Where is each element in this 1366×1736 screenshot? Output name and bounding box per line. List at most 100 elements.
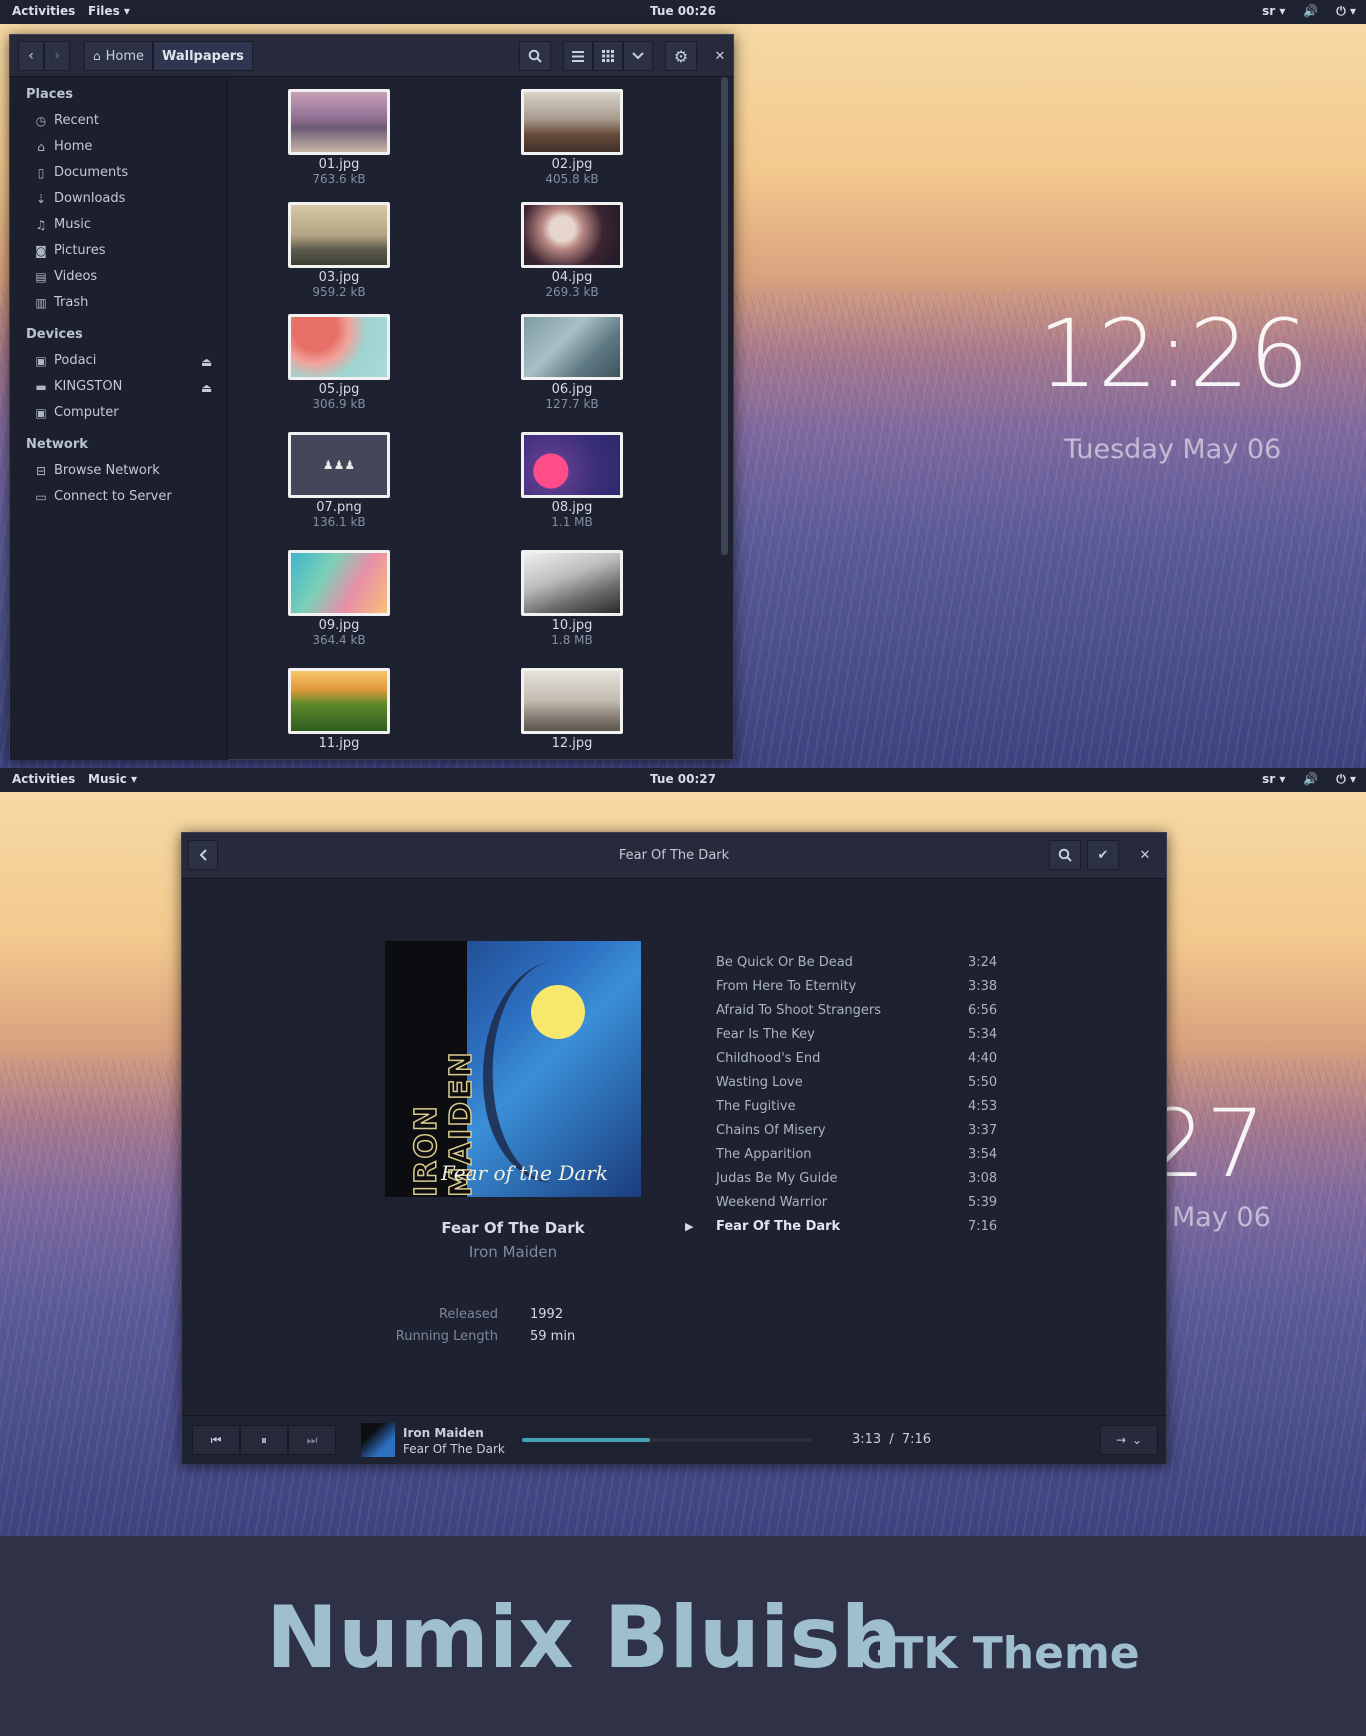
sidebar-item-label: Pictures (54, 243, 106, 258)
track-row[interactable]: Weekend Warrior 5:39 (716, 1195, 1116, 1217)
sidebar-item-podaci[interactable]: ▣ Podaci (34, 353, 96, 368)
breadcrumb-wallpapers-label: Wallpapers (162, 48, 244, 64)
sidebar-item-computer[interactable]: ▣ Computer (34, 405, 119, 420)
track-name: Chains Of Misery (716, 1123, 826, 1138)
select-button[interactable]: ✔ (1087, 840, 1119, 870)
breadcrumb-home[interactable]: ⌂ Home (84, 41, 154, 71)
sidebar-item-label: Computer (54, 405, 119, 420)
track-duration: 5:39 (968, 1195, 998, 1210)
sidebar-item-recent[interactable]: ◷ Recent (34, 113, 99, 128)
home-icon: ⌂ (93, 49, 101, 63)
forward-button[interactable]: › (44, 41, 70, 71)
file-item[interactable]: 06.jpg 127.7 kB (492, 314, 652, 411)
sidebar-item-label: Recent (54, 113, 99, 128)
settings-button[interactable]: ⚙ (665, 41, 697, 71)
file-item[interactable]: 05.jpg 306.9 kB (259, 314, 419, 411)
file-size: 306.9 kB (312, 397, 366, 411)
keyboard-layout[interactable]: sr ▾ (1262, 4, 1285, 19)
status-menu[interactable]: sr ▾ 🔊 ⏻ ▾ (1262, 4, 1356, 19)
file-size: 364.4 kB (312, 633, 366, 647)
file-size: 405.8 kB (545, 172, 599, 186)
track-row[interactable]: Wasting Love 5:50 (716, 1075, 1116, 1097)
track-row[interactable]: Be Quick Or Be Dead 3:24 (716, 955, 1116, 977)
file-item[interactable]: ♟♟♟ 07.png 136.1 kB (259, 432, 419, 529)
sidebar-item-pictures[interactable]: ◙ Pictures (34, 243, 105, 258)
list-view-button[interactable] (563, 41, 593, 71)
now-playing-artist: Iron Maiden (403, 1426, 484, 1440)
file-name: 04.jpg (551, 270, 593, 285)
file-item[interactable]: 12.jpg (492, 668, 652, 751)
track-duration: 4:53 (968, 1099, 998, 1114)
track-row[interactable]: The Fugitive 4:53 (716, 1099, 1116, 1121)
repeat-menu-button[interactable]: → ⌄ (1100, 1425, 1158, 1455)
panel-clock[interactable]: Tue 00:26 (0, 4, 1366, 18)
sidebar-item-music[interactable]: ♫ Music (34, 217, 91, 232)
eject-icon[interactable]: ⏏ (201, 381, 212, 395)
keyboard-layout[interactable]: sr ▾ (1262, 772, 1285, 787)
file-item[interactable]: 09.jpg 364.4 kB (259, 550, 419, 647)
track-row[interactable]: From Here To Eternity 3:38 (716, 979, 1116, 1001)
elapsed-time: 3:13 (852, 1432, 882, 1447)
now-playing-cover (361, 1423, 395, 1457)
sidebar-item-documents[interactable]: ▯ Documents (34, 165, 128, 180)
search-button[interactable] (1049, 840, 1081, 870)
file-item[interactable]: 10.jpg 1.8 MB (492, 550, 652, 647)
panel-clock[interactable]: Tue 00:27 (0, 772, 1366, 786)
volume-icon[interactable]: 🔊 (1303, 4, 1318, 19)
sidebar-item-connect-server[interactable]: ▭ Connect to Server (34, 489, 171, 504)
track-row[interactable]: Fear Is The Key 5:34 (716, 1027, 1116, 1049)
power-icon[interactable]: ⏻ ▾ (1336, 4, 1356, 19)
files-window: ‹ › ⌂ Home Wallpapers ⚙ ✕ Places ◷ Recent (9, 34, 734, 760)
cover-tree (466, 951, 641, 1191)
close-button[interactable]: ✕ (1130, 840, 1160, 870)
search-button[interactable] (519, 41, 551, 71)
track-row-playing[interactable]: ▶ Fear Of The Dark 7:16 (685, 1219, 1116, 1241)
track-row[interactable]: The Apparition 3:54 (716, 1147, 1116, 1169)
eject-icon[interactable]: ⏏ (201, 355, 212, 369)
file-item[interactable]: 03.jpg 959.2 kB (259, 202, 419, 299)
computer-icon: ▣ (35, 405, 47, 420)
back-icon: ‹ (28, 48, 34, 64)
track-name: Wasting Love (716, 1075, 803, 1090)
view-menu-button[interactable] (623, 41, 653, 71)
file-item[interactable]: 01.jpg 763.6 kB (259, 89, 419, 186)
track-row[interactable]: Childhood's End 4:40 (716, 1051, 1116, 1073)
sidebar-item-downloads[interactable]: ⇣ Downloads (34, 191, 125, 206)
sidebar-item-videos[interactable]: ▤ Videos (34, 269, 97, 284)
track-row[interactable]: Chains Of Misery 3:37 (716, 1123, 1116, 1145)
volume-icon[interactable]: 🔊 (1303, 772, 1318, 787)
track-duration: 3:24 (968, 955, 998, 970)
grid-view-button[interactable] (593, 41, 623, 71)
pause-button[interactable]: ⏸ (240, 1425, 288, 1455)
next-button[interactable]: ⏭ (288, 1425, 336, 1455)
track-name: Afraid To Shoot Strangers (716, 1003, 882, 1018)
track-name: From Here To Eternity (716, 979, 857, 994)
file-grid: 01.jpg 763.6 kB 02.jpg 405.8 kB 03.jpg 9… (229, 77, 719, 760)
track-row[interactable]: Judas Be My Guide 3:08 (716, 1171, 1116, 1193)
track-row[interactable]: Afraid To Shoot Strangers 6:56 (716, 1003, 1116, 1025)
meta-length-label: Running Length (395, 1329, 498, 1344)
desktop-clock: 12:26 (1038, 300, 1309, 409)
grid-view-icon (602, 50, 614, 62)
file-item[interactable]: 04.jpg 269.3 kB (492, 202, 652, 299)
vertical-scrollbar[interactable] (721, 77, 728, 555)
file-item[interactable]: 08.jpg 1.1 MB (492, 432, 652, 529)
sidebar-item-home[interactable]: ⌂ Home (34, 139, 92, 154)
sidebar-item-trash[interactable]: ▥ Trash (34, 295, 88, 310)
power-icon[interactable]: ⏻ ▾ (1336, 772, 1356, 787)
back-button[interactable]: ‹ (18, 41, 44, 71)
previous-button[interactable]: ⏮ (192, 1425, 240, 1455)
sidebar-item-browse-network[interactable]: ⊟ Browse Network (34, 463, 160, 478)
home-icon: ⌂ (37, 139, 45, 154)
breadcrumb-wallpapers[interactable]: Wallpapers (153, 41, 253, 71)
file-item[interactable]: 02.jpg 405.8 kB (492, 89, 652, 186)
cover-title-script: Fear of the Dark (441, 1161, 609, 1185)
close-button[interactable]: ✕ (708, 41, 732, 71)
file-name: 05.jpg (318, 382, 360, 397)
track-duration: 3:37 (968, 1123, 998, 1138)
status-menu[interactable]: sr ▾ 🔊 ⏻ ▾ (1262, 772, 1356, 787)
drive-icon: ▣ (35, 353, 47, 368)
progress-slider[interactable] (522, 1438, 812, 1442)
sidebar-item-kingston[interactable]: ▬ KINGSTON (34, 379, 122, 394)
file-item[interactable]: 11.jpg (259, 668, 419, 751)
